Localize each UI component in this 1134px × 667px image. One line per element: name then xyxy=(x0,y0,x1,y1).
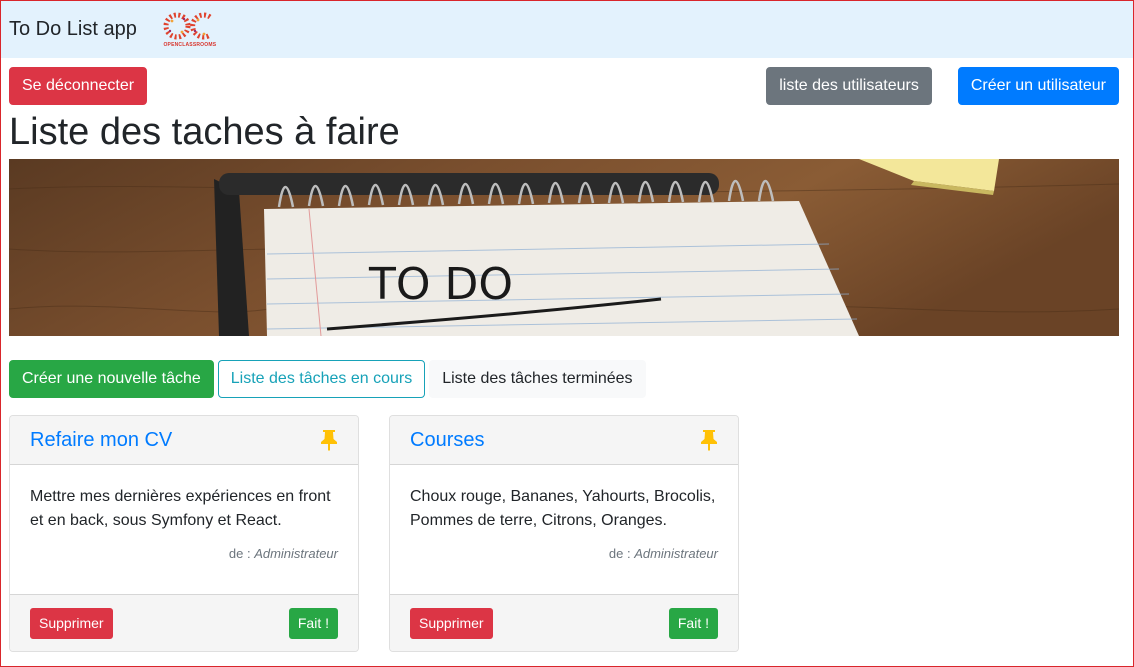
task-author-name: Administrateur xyxy=(254,546,338,561)
pin-icon xyxy=(701,430,717,451)
logout-button[interactable]: Se déconnecter xyxy=(9,67,148,105)
openclassrooms-logo-mark xyxy=(163,12,212,40)
main-container: Se déconnecter liste des utilisateurs Cr… xyxy=(1,67,1133,652)
delete-task-button[interactable]: Supprimer xyxy=(30,607,113,639)
hero-image: TO DO xyxy=(9,159,1119,336)
task-author-prefix: de : xyxy=(608,546,635,561)
task-card-footer: Supprimer Fait ! xyxy=(390,594,738,651)
hero-handwritten-text: TO DO xyxy=(368,259,513,310)
task-card-body: Choux rouge, Bananes, Yahourts, Brocolis… xyxy=(390,465,738,594)
task-card-body: Mettre mes dernières expériences en fron… xyxy=(10,465,358,594)
brand-title[interactable]: To Do List app xyxy=(9,18,137,41)
mark-done-button[interactable]: Fait ! xyxy=(288,607,338,639)
task-content: Mettre mes dernières expériences en fron… xyxy=(30,488,331,529)
openclassrooms-logo: OPENCLASSROOMS xyxy=(161,11,219,48)
top-actions: Se déconnecter liste des utilisateurs Cr… xyxy=(9,67,1119,105)
task-actions: Créer une nouvelle tâche Liste des tâche… xyxy=(9,360,1119,398)
task-card: Refaire mon CV Mettre mes dernières expé… xyxy=(9,415,359,652)
create-user-button[interactable]: Créer un utilisateur xyxy=(957,67,1119,105)
task-author-prefix: de : xyxy=(228,546,255,561)
task-cards: Refaire mon CV Mettre mes dernières expé… xyxy=(9,415,1119,652)
users-list-button[interactable]: liste des utilisateurs xyxy=(766,67,932,105)
create-task-button[interactable]: Créer une nouvelle tâche xyxy=(9,360,214,398)
task-card-footer: Supprimer Fait ! xyxy=(10,594,358,651)
pin-icon xyxy=(321,430,337,451)
delete-task-button[interactable]: Supprimer xyxy=(410,607,493,639)
task-author-name: Administrateur xyxy=(634,546,718,561)
task-title-link[interactable]: Courses xyxy=(410,429,484,452)
in-progress-tasks-button[interactable]: Liste des tâches en cours xyxy=(217,360,426,398)
task-card-header: Courses xyxy=(390,416,738,465)
mark-done-button[interactable]: Fait ! xyxy=(668,607,718,639)
task-content: Choux rouge, Bananes, Yahourts, Brocolis… xyxy=(410,488,716,529)
task-author: de : Administrateur xyxy=(30,546,338,561)
task-card: Courses Choux rouge, Bananes, Yahourts, … xyxy=(389,415,739,652)
logo-text: OPENCLASSROOMS xyxy=(163,42,217,48)
task-author: de : Administrateur xyxy=(410,546,718,561)
task-title-link[interactable]: Refaire mon CV xyxy=(30,429,172,452)
task-card-header: Refaire mon CV xyxy=(10,416,358,465)
navbar: To Do List app OPENCLASSROOMS xyxy=(1,1,1133,58)
page-title: Liste des taches à faire xyxy=(9,111,400,153)
done-tasks-button[interactable]: Liste des tâches terminées xyxy=(429,360,646,398)
